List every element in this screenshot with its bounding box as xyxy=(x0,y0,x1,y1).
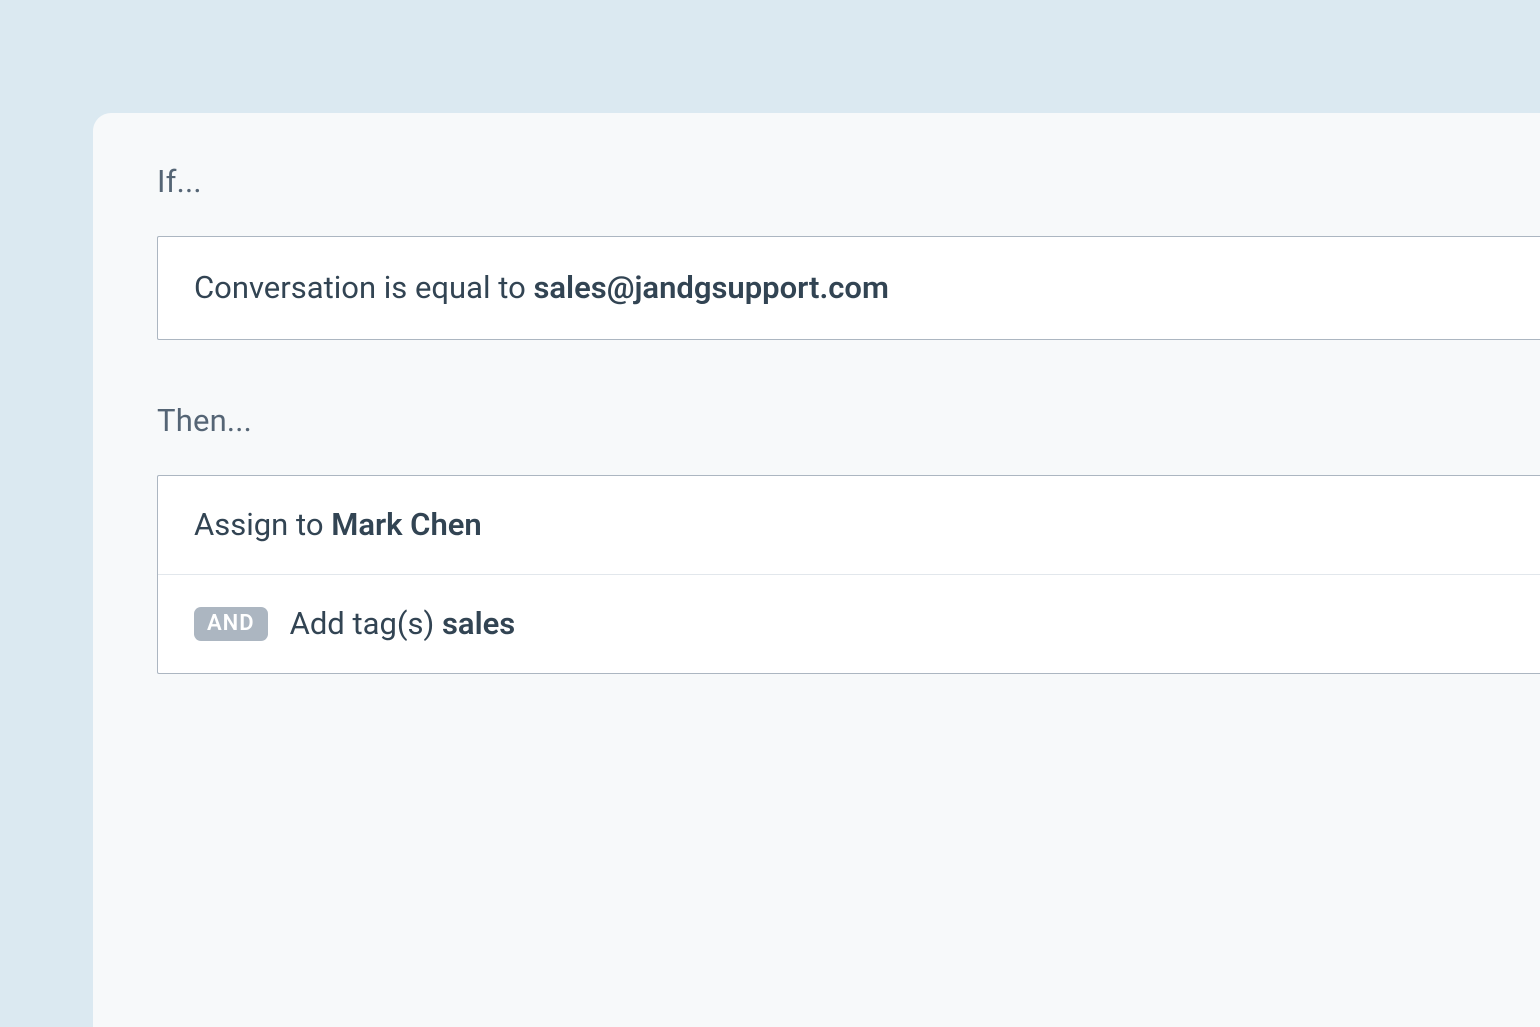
and-operator-badge: AND xyxy=(194,607,268,641)
action-row-assign[interactable]: Assign to Mark Chen xyxy=(158,476,1540,574)
actions-container: Assign to Mark Chen AND Add tag(s) sales xyxy=(157,475,1540,674)
rule-builder-panel: If... Conversation is equal to sales@jan… xyxy=(93,113,1540,1027)
if-label: If... xyxy=(157,163,1540,200)
condition-row[interactable]: Conversation is equal to sales@jandgsupp… xyxy=(157,236,1540,340)
action-row-tag[interactable]: AND Add tag(s) sales xyxy=(158,574,1540,673)
condition-value: sales@jandgsupport.com xyxy=(533,269,888,306)
then-label: Then... xyxy=(157,402,1540,439)
action-value: sales xyxy=(442,605,515,642)
action-text: Assign to Mark Chen xyxy=(194,504,482,546)
action-prefix: Assign to xyxy=(194,506,331,543)
action-value: Mark Chen xyxy=(331,506,482,543)
condition-prefix: Conversation is equal to xyxy=(194,269,533,306)
action-prefix: Add tag(s) xyxy=(290,605,442,642)
action-text: Add tag(s) sales xyxy=(290,603,516,645)
condition-text: Conversation is equal to sales@jandgsupp… xyxy=(194,269,889,306)
